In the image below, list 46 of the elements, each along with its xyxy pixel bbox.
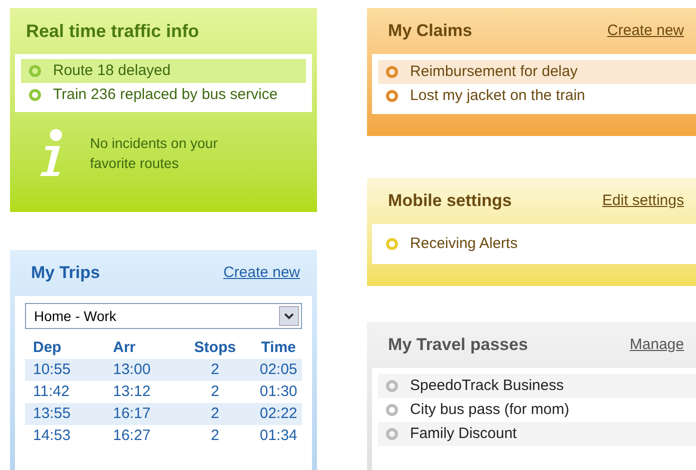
bullet-icon (386, 428, 398, 440)
bullet-icon (386, 404, 398, 416)
bullet-icon (29, 89, 41, 101)
list-item[interactable]: Reimbursement for delay (378, 60, 696, 84)
panel-title: Mobile settings (388, 190, 512, 212)
panel-link[interactable]: Create new (223, 262, 300, 284)
table-cell-text: 11:42 (32, 382, 70, 402)
table-cell-text: 14:53 (32, 426, 72, 446)
column-header: Dep (32, 338, 62, 358)
list-item[interactable]: Route 18 delayed (21, 59, 306, 83)
table-cell: 16:17 (105, 403, 175, 425)
list-item[interactable]: Family Discount (378, 422, 696, 446)
panel-link[interactable]: Create new (607, 20, 684, 42)
bullet-icon (386, 90, 398, 102)
list-item[interactable]: SpeedoTrack Business (378, 374, 696, 398)
table-cell-text: 2 (210, 382, 220, 402)
bullet-icon (29, 65, 41, 77)
bullet-icon (386, 380, 398, 392)
bullet-icon (386, 66, 398, 78)
table-cell: 2 (175, 403, 255, 425)
panel-link[interactable]: Edit settings (602, 190, 684, 212)
panel-title: Real time traffic info (26, 20, 200, 42)
list-item[interactable]: City bus pass (for mom) (378, 398, 696, 422)
table-cell-text: 01:30 (258, 382, 298, 402)
info-message: No incidents on your favorite routes (90, 134, 219, 173)
list-item[interactable]: Lost my jacket on the train (378, 84, 696, 108)
column-header: Arr (112, 338, 137, 358)
panel-link[interactable]: Manage (630, 334, 684, 356)
table-cell: 2 (175, 359, 255, 381)
table-cell: 02:05 (255, 359, 302, 381)
table-cell-text: 16:27 (112, 426, 152, 446)
table-cell: 10:55 (25, 359, 105, 381)
table-cell: 13:00 (105, 359, 175, 381)
route-dropdown[interactable]: Home - Work (25, 303, 302, 329)
panel-title: My Travel passes (388, 334, 528, 356)
table-cell-text: 13:12 (112, 382, 152, 402)
column-header: Time (260, 338, 297, 358)
table-cell-text: 2 (210, 426, 220, 446)
panel-title: My Trips (31, 262, 100, 284)
list-item[interactable]: Train 236 replaced by bus service (21, 83, 306, 107)
bullet-icon (386, 238, 398, 250)
table-cell: 13:55 (25, 403, 105, 425)
panel-title: My Claims (388, 20, 472, 42)
table-cell: 02:22 (255, 403, 302, 425)
table-cell-text: 01:34 (258, 426, 298, 446)
column-header: Stops (193, 338, 237, 358)
